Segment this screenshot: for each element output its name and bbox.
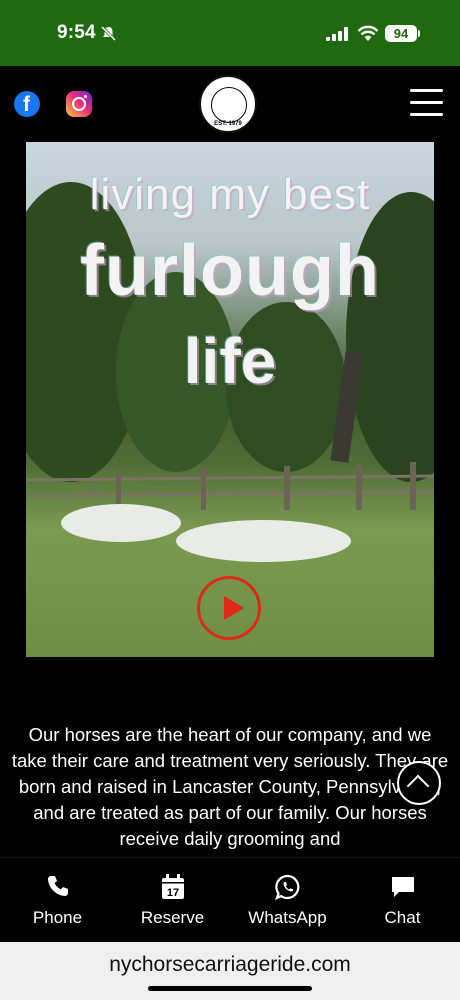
video-player[interactable]: living my best furlough life [26, 142, 434, 657]
horse-1 [61, 504, 181, 542]
cellular-signal-icon [326, 27, 348, 41]
battery-tip [418, 30, 420, 37]
nav-chat-label: Chat [384, 908, 421, 927]
home-indicator[interactable] [148, 986, 312, 991]
video-caption-line3: life [183, 325, 277, 397]
logo-est-text: EST. 1979 [214, 121, 242, 127]
browser-url-bar[interactable]: nychorsecarriageride.com [0, 942, 460, 1000]
calendar-day: 17 [166, 887, 178, 899]
nav-chat[interactable]: Chat [345, 858, 460, 943]
bell-muted-icon [100, 25, 117, 42]
wifi-icon [357, 25, 379, 41]
facebook-icon[interactable]: f [14, 91, 40, 117]
site-logo[interactable]: EST. 1979 [199, 75, 257, 133]
horse-2 [176, 520, 351, 562]
battery-level: 94 [385, 25, 417, 42]
play-icon[interactable] [197, 576, 261, 640]
phone-icon [47, 876, 68, 896]
url-text: nychorsecarriageride.com [109, 953, 351, 976]
hamburger-menu-icon[interactable] [410, 88, 444, 118]
instagram-icon[interactable] [66, 91, 92, 117]
nav-phone[interactable]: Phone [0, 858, 115, 943]
carriage-emblem-icon [211, 87, 247, 123]
scroll-to-top-button[interactable] [397, 761, 441, 805]
status-time: 9:54 [57, 22, 96, 43]
video-caption-line2: furlough [80, 231, 380, 311]
nav-reserve-label: Reserve [140, 908, 205, 927]
calendar-icon: 17 [161, 874, 184, 899]
nav-whatsapp-label: WhatsApp [248, 908, 327, 927]
fence [26, 462, 434, 510]
bottom-nav: Phone 17 Reserve WhatsApp Chat [0, 857, 460, 943]
nav-whatsapp[interactable]: WhatsApp [230, 858, 345, 943]
nav-phone-label: Phone [32, 908, 83, 927]
site-header: f EST. 1979 [0, 66, 460, 142]
whatsapp-icon [274, 874, 299, 900]
horses-description: Our horses are the heart of our company,… [11, 724, 449, 849]
status-bar: 9:54 94 [0, 0, 460, 66]
chat-icon [391, 877, 414, 897]
video-caption-line1: living my best [89, 170, 371, 219]
nav-reserve[interactable]: 17 Reserve [115, 858, 230, 943]
